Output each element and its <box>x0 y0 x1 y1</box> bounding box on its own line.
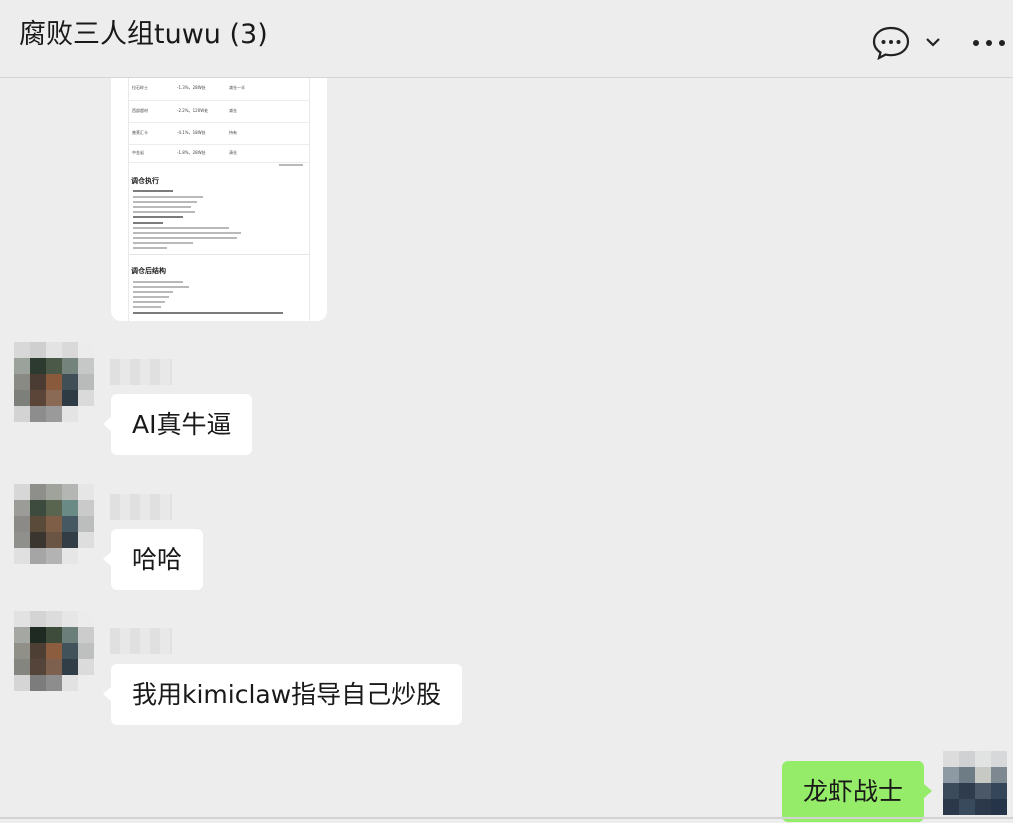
doc-heading: 调仓后结构 <box>131 267 166 275</box>
table-row: 中金岩 -1.8%，28W处 清仓 <box>129 144 309 163</box>
my-avatar[interactable] <box>943 751 1007 817</box>
chevron-down-icon[interactable] <box>924 34 942 50</box>
chat-header: 腐败三人组tuwu (3) <box>0 0 1013 78</box>
avatar[interactable] <box>14 342 94 422</box>
my-message-bubble[interactable]: 龙虾战士 <box>782 761 933 822</box>
message-bubble[interactable]: 哈哈 <box>102 529 204 590</box>
image-message[interactable]: 拉石岭士 -1.3%，28W处 减仓一半 西部超材 -2.2%，120W处 减仓… <box>111 78 327 321</box>
sender-name-blurred <box>110 359 172 385</box>
document-thumbnail: 拉石岭士 -1.3%，28W处 减仓一半 西部超材 -2.2%，120W处 减仓… <box>128 78 310 321</box>
doc-heading: 调仓执行 <box>131 177 159 185</box>
more-icon[interactable] <box>971 38 1007 48</box>
divider <box>0 817 1013 819</box>
avatar[interactable] <box>14 484 94 564</box>
message-bubble[interactable]: 我用kimiclaw指导自己炒股 <box>102 664 463 725</box>
table-row: 拉石岭士 -1.3%，28W处 减仓一半 <box>129 78 309 101</box>
chat-title: 腐败三人组tuwu (3) <box>19 19 268 50</box>
table-row: 西部超材 -2.2%，120W处 减仓 <box>129 100 309 123</box>
table-row: 普莱汇卡 -4.1%，18W处 持有 <box>129 122 309 145</box>
message-bubble[interactable]: AI真牛逼 <box>102 394 253 455</box>
avatar[interactable] <box>14 611 94 691</box>
sender-name-blurred <box>110 628 172 654</box>
chat-bubble-icon[interactable] <box>872 26 910 60</box>
sender-name-blurred <box>110 494 172 520</box>
